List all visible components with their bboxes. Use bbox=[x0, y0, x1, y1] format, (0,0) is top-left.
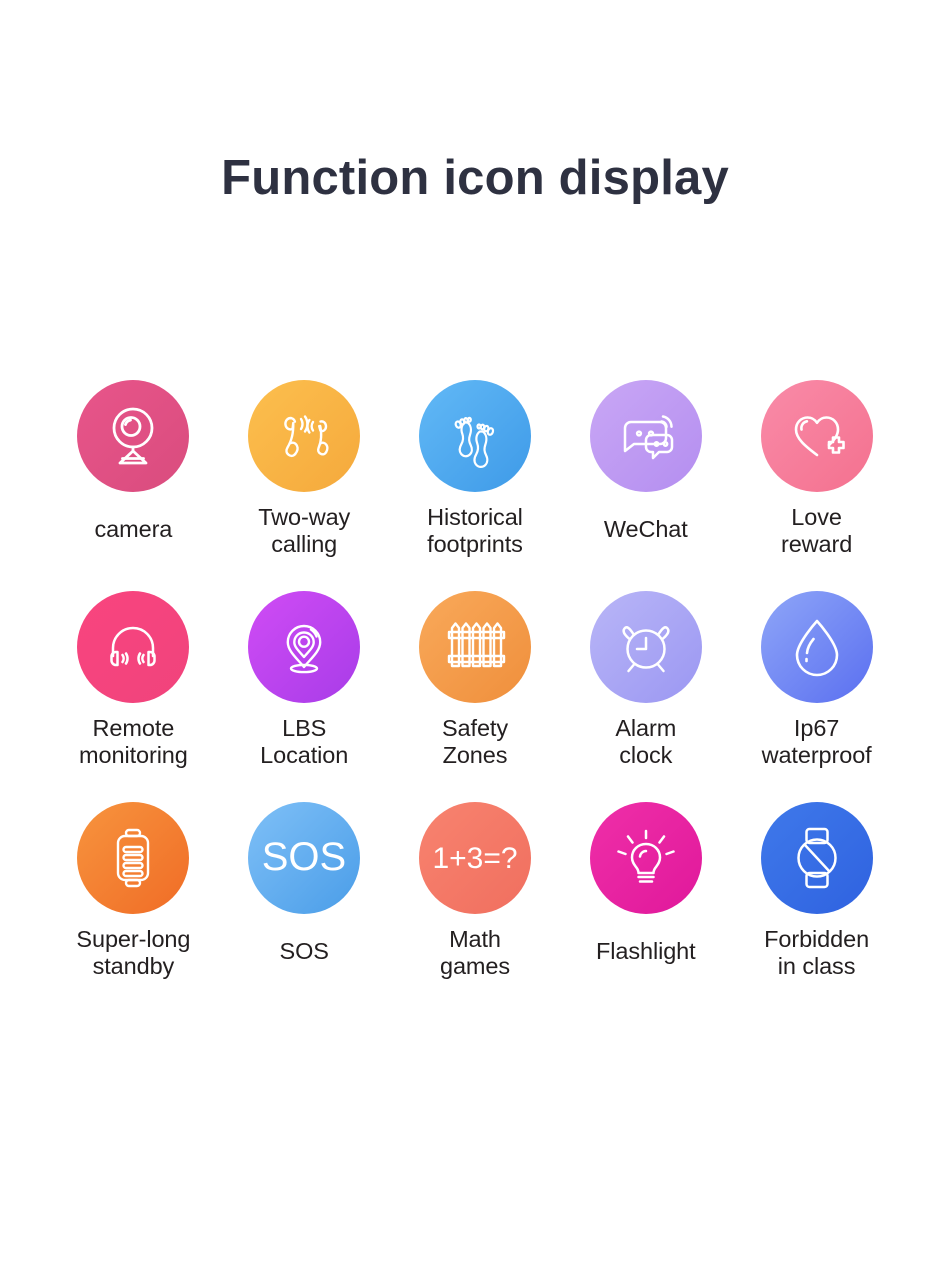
math-equation-icon: 1+3=? bbox=[432, 842, 517, 875]
grid-item-label: Forbidden in class bbox=[764, 926, 870, 979]
grid-item-ip67-waterproof[interactable]: Ip67 waterproof bbox=[731, 591, 902, 802]
grid-item-label: Love reward bbox=[780, 504, 853, 557]
page-title: Function icon display bbox=[221, 151, 729, 205]
grid-item-camera[interactable]: camera bbox=[48, 380, 219, 591]
chat-bubbles-icon-circle[interactable] bbox=[589, 380, 702, 492]
camera-icon bbox=[112, 407, 154, 465]
heart-plus-icon-circle[interactable] bbox=[760, 380, 873, 492]
grid-item-super-long-standby[interactable]: Super-long standby bbox=[48, 802, 219, 1013]
chat-bubbles-icon bbox=[623, 415, 674, 460]
heart-plus-icon bbox=[794, 416, 845, 457]
grid-item-label: Super-long standby bbox=[76, 926, 191, 979]
camera-icon-circle[interactable] bbox=[77, 380, 190, 492]
grid-item-label: Historical footprints bbox=[427, 504, 523, 557]
water-drop-icon-circle[interactable] bbox=[760, 591, 873, 703]
lightbulb-icon bbox=[617, 829, 675, 883]
footprints-icon bbox=[454, 416, 495, 468]
icon-grid: camera Two-way calling Historical footpr… bbox=[48, 380, 902, 1013]
phone-handsets-icon bbox=[284, 415, 329, 458]
grid-item-label: Two-way calling bbox=[258, 504, 351, 557]
grid-item-label: camera bbox=[94, 516, 173, 542]
grid-item-wechat[interactable]: WeChat bbox=[560, 380, 731, 591]
grid-item-historical-footprints[interactable]: Historical footprints bbox=[390, 380, 561, 591]
sos-icon-text: SOS bbox=[262, 835, 346, 879]
grid-item-two-way-calling[interactable]: Two-way calling bbox=[219, 380, 390, 591]
grid-item-lbs-location[interactable]: LBS Location bbox=[219, 591, 390, 802]
grid-item-flashlight[interactable]: Flashlight bbox=[560, 802, 731, 1013]
alarm-clock-icon bbox=[622, 626, 670, 673]
grid-item-label: Math games bbox=[439, 926, 511, 979]
battery-icon-circle[interactable] bbox=[77, 802, 190, 914]
location-pin-icon-circle[interactable] bbox=[248, 591, 361, 703]
grid-item-math-games[interactable]: 1+3=? Math games bbox=[390, 802, 561, 1013]
headphones-icon-circle[interactable] bbox=[77, 591, 190, 703]
grid-item-alarm-clock[interactable]: Alarm clock bbox=[560, 591, 731, 802]
alarm-clock-icon-circle[interactable] bbox=[589, 591, 702, 703]
grid-item-label: LBS Location bbox=[260, 715, 349, 768]
grid-item-label: Flashlight bbox=[596, 938, 696, 964]
grid-item-label: Safety Zones bbox=[441, 715, 508, 768]
math-equation-icon-text: 1+3=? bbox=[432, 842, 517, 875]
grid-item-forbidden-in-class[interactable]: Forbidden in class bbox=[731, 802, 902, 1013]
math-equation-icon-circle[interactable]: 1+3=? bbox=[418, 802, 531, 914]
grid-item-love-reward[interactable]: Love reward bbox=[731, 380, 902, 591]
location-pin-icon bbox=[286, 624, 322, 674]
grid-item-remote-monitoring[interactable]: Remote monitoring bbox=[48, 591, 219, 802]
grid-item-label: Alarm clock bbox=[615, 715, 677, 768]
grid-item-label: WeChat bbox=[603, 516, 688, 542]
sos-icon-circle[interactable]: SOS bbox=[248, 802, 361, 914]
battery-icon bbox=[117, 828, 150, 888]
sos-icon: SOS bbox=[262, 835, 346, 879]
grid-item-label: Remote monitoring bbox=[79, 715, 188, 768]
footprints-icon-circle[interactable] bbox=[418, 380, 531, 492]
headphones-icon bbox=[110, 626, 157, 667]
no-watch-icon bbox=[796, 827, 837, 889]
grid-item-safety-zones[interactable]: Safety Zones bbox=[390, 591, 561, 802]
grid-item-label: Ip67 waterproof bbox=[761, 715, 872, 768]
phone-handsets-icon-circle[interactable] bbox=[248, 380, 361, 492]
function-icon-display-page: Function icon display camera Two-way cal… bbox=[0, 0, 950, 1266]
grid-item-label: SOS bbox=[279, 938, 329, 964]
lightbulb-icon-circle[interactable] bbox=[589, 802, 702, 914]
water-drop-icon bbox=[795, 619, 838, 677]
grid-item-sos[interactable]: SOS SOS bbox=[219, 802, 390, 1013]
fence-icon bbox=[447, 622, 506, 668]
no-watch-icon-circle[interactable] bbox=[760, 802, 873, 914]
fence-icon-circle[interactable] bbox=[418, 591, 531, 703]
